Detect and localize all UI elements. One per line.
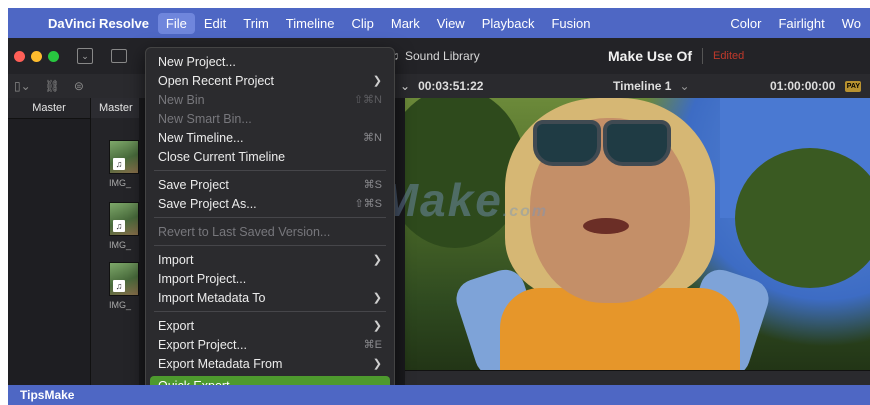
effects-toggle-icon[interactable] <box>111 49 127 63</box>
menu-separator <box>154 245 386 246</box>
project-name: Make Use Of <box>608 48 693 64</box>
subject-mouth <box>583 218 629 234</box>
shortcut-label: ⌘N <box>363 132 382 144</box>
menu-item-save-project[interactable]: Save Project ⌘S <box>146 175 394 194</box>
sound-library-label: Sound Library <box>405 49 480 63</box>
viewer-tree <box>735 148 870 288</box>
window-controls <box>14 50 59 62</box>
divider <box>702 48 704 64</box>
menu-bar-right: Color Fairlight Wo <box>722 13 870 34</box>
clip-label: IMG_ <box>109 178 132 188</box>
chevron-down-icon[interactable]: ⌄ <box>400 79 410 93</box>
bin-list-panel: Master <box>8 98 91 390</box>
clip-label: IMG_ <box>109 240 132 250</box>
chevron-right-icon: ❯ <box>372 292 382 304</box>
sunglasses-lens <box>533 120 601 166</box>
menu-separator <box>154 311 386 312</box>
chevron-right-icon: ❯ <box>372 358 382 370</box>
shortcut-label: ⌘S <box>363 179 382 191</box>
menu-item-new-timeline[interactable]: New Timeline... ⌘N <box>146 128 394 147</box>
chevron-down-icon: ⌄ <box>679 79 690 93</box>
menu-app-name[interactable]: DaVinci Resolve <box>40 13 157 34</box>
menu-clip[interactable]: Clip <box>343 13 381 34</box>
file-menu-dropdown: New Project... Open Recent Project ❯ New … <box>145 47 395 390</box>
menu-file[interactable]: File <box>157 12 195 34</box>
menu-playback[interactable]: Playback <box>474 13 543 34</box>
sunglasses-lens <box>603 120 671 166</box>
menu-item-import[interactable]: Import ❯ <box>146 250 394 269</box>
music-note-icon: ♫ <box>113 220 125 232</box>
clip-thumbnail: ♫ <box>109 262 139 296</box>
menu-item-new-bin: New Bin ⇧⌘N <box>158 92 382 107</box>
shortcut-label: ⌘E <box>363 339 382 351</box>
chevron-right-icon: ❯ <box>372 75 382 87</box>
media-clip[interactable]: ♫ IMG_ <box>109 202 139 250</box>
shortcut-label: ⇧⌘S <box>354 198 382 210</box>
menu-workspace[interactable]: Wo <box>834 13 869 34</box>
video-viewer[interactable] <box>405 98 870 370</box>
brand-bar: TipsMake <box>8 385 870 405</box>
timeline-name: Timeline 1 <box>613 79 672 93</box>
clip-label: IMG_ <box>109 300 132 310</box>
menu-mark[interactable]: Mark <box>383 13 428 34</box>
menu-item-new-smart-bin: New Smart Bin... <box>158 111 252 126</box>
clip-thumbnail: ♫ <box>109 140 139 174</box>
minimize-window-icon[interactable] <box>31 50 42 62</box>
menu-item-close-current-timeline[interactable]: Close Current Timeline <box>146 147 394 166</box>
app-window: DaVinci Resolve File Edit Trim Timeline … <box>8 8 870 390</box>
bin-master-left[interactable]: Master <box>8 98 90 119</box>
media-pool-toggle-icon[interactable]: ⌄ <box>77 48 93 64</box>
music-note-icon: ♫ <box>113 158 125 170</box>
project-title: Make Use Of Edited <box>608 38 744 74</box>
record-timecode: 01:00:00:00 <box>770 79 836 93</box>
menu-item-import-metadata-to[interactable]: Import Metadata To ❯ <box>146 288 394 307</box>
media-clip[interactable]: ♫ IMG_ <box>109 140 139 188</box>
source-timecode: 00:03:51:22 <box>418 79 484 93</box>
menu-view[interactable]: View <box>429 13 473 34</box>
menu-separator <box>154 217 386 218</box>
menu-item-revert: Revert to Last Saved Version... <box>158 224 331 239</box>
app-toolbar: ⌄ ♫ Sound Library Make Use Of Edited <box>8 38 870 74</box>
timeline-selector[interactable]: Timeline 1 ⌄ <box>613 74 690 98</box>
menu-color[interactable]: Color <box>722 13 769 34</box>
menu-separator <box>154 170 386 171</box>
menu-item-export-project[interactable]: Export Project... ⌘E <box>146 335 394 354</box>
bin-master-mid[interactable]: Master <box>91 98 139 118</box>
menu-fusion[interactable]: Fusion <box>543 13 598 34</box>
menu-edit[interactable]: Edit <box>196 13 234 34</box>
menu-timeline[interactable]: Timeline <box>278 13 343 34</box>
media-pool-panel: Master ♫ IMG_ ♫ IMG_ ♫ IMG_ <box>91 98 139 390</box>
menu-fairlight[interactable]: Fairlight <box>770 13 832 34</box>
metadata-icon[interactable]: ⊜ <box>74 79 84 93</box>
menu-item-import-project[interactable]: Import Project... <box>146 269 394 288</box>
source-timecode-group: ⌄ 00:03:51:22 <box>400 74 483 98</box>
edited-status: Edited <box>713 50 745 62</box>
audio-badge-icon[interactable]: PAY <box>845 80 862 92</box>
menu-item-export[interactable]: Export ❯ <box>146 316 394 335</box>
record-timecode-group: 01:00:00:00 PAY <box>770 74 862 98</box>
chevron-right-icon: ❯ <box>372 320 382 332</box>
menu-bar: DaVinci Resolve File Edit Trim Timeline … <box>8 8 870 38</box>
menu-trim[interactable]: Trim <box>235 13 277 34</box>
viewer-toolbar: ▯⌄ ⛓ ⊜ ⌄ 00:03:51:22 Timeline 1 ⌄ 01:00:… <box>8 74 870 98</box>
menu-item-open-recent-project[interactable]: Open Recent Project ❯ <box>146 71 394 90</box>
music-note-icon: ♫ <box>113 280 125 292</box>
link-icon[interactable]: ⛓ <box>45 79 60 93</box>
media-clip[interactable]: ♫ IMG_ <box>109 262 139 310</box>
panel-icons: ▯⌄ ⛓ ⊜ <box>14 79 84 93</box>
clip-thumbnail: ♫ <box>109 202 139 236</box>
zoom-window-icon[interactable] <box>48 50 59 62</box>
sound-library-button[interactable]: ♫ Sound Library <box>390 38 480 74</box>
menu-item-save-project-as[interactable]: Save Project As... ⇧⌘S <box>146 194 394 213</box>
chevron-right-icon: ❯ <box>372 254 382 266</box>
close-window-icon[interactable] <box>14 50 25 62</box>
shortcut-label: ⇧⌘N <box>353 94 382 106</box>
panel-layout-icon[interactable]: ▯⌄ <box>14 79 31 93</box>
menu-item-new-project[interactable]: New Project... <box>146 52 394 71</box>
menu-item-export-metadata-from[interactable]: Export Metadata From ❯ <box>146 354 394 373</box>
